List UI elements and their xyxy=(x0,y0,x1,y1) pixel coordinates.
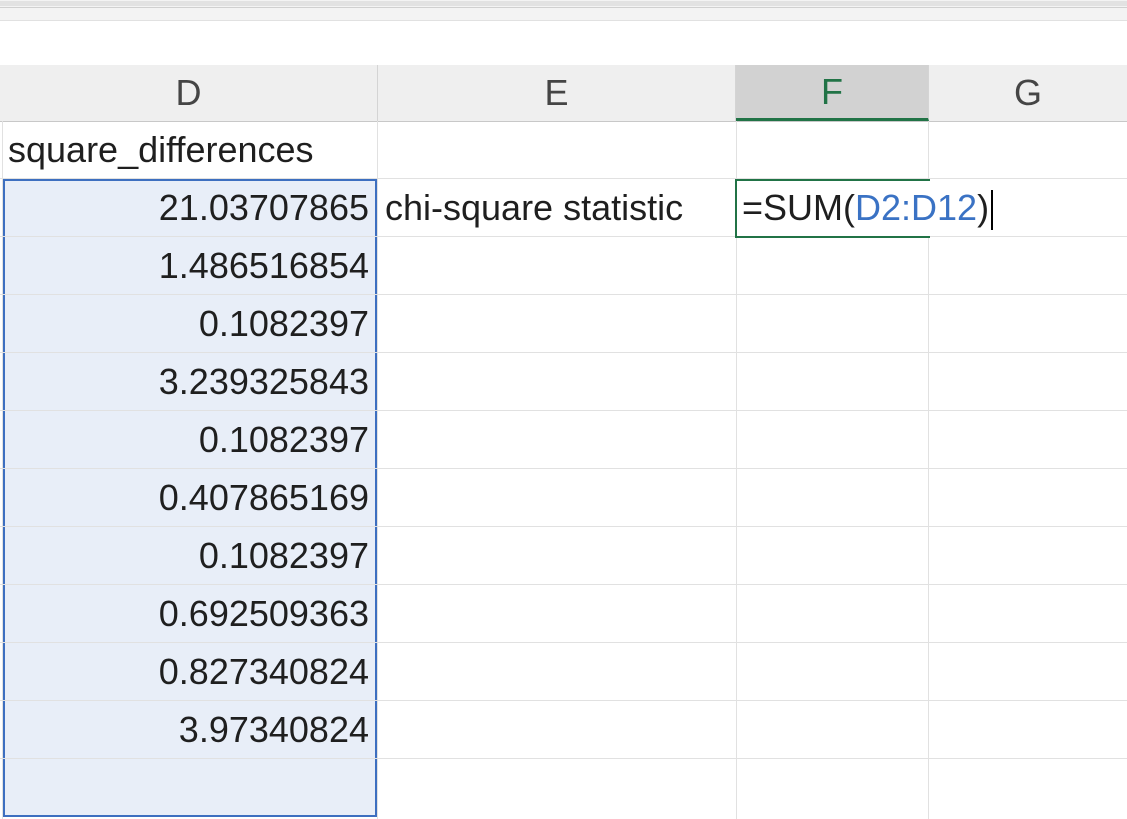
cell-f2-formula-editor[interactable]: =SUM(D2:D12) xyxy=(742,179,994,237)
cell-d8[interactable]: 0.1082397 xyxy=(3,527,377,585)
cell-d11[interactable]: 3.97340824 xyxy=(3,701,377,759)
formula-prefix: =SUM( xyxy=(742,187,856,228)
cell-d10[interactable]: 0.827340824 xyxy=(3,643,377,701)
sheet-top-band xyxy=(0,21,1127,65)
cell-d1[interactable]: square_differences xyxy=(0,121,377,179)
spreadsheet-window: D E F G square_differences 21.03707865 1… xyxy=(0,0,1127,819)
cell-d7[interactable]: 0.407865169 xyxy=(3,469,377,527)
cell-d3[interactable]: 1.486516854 xyxy=(3,237,377,295)
cell-d6[interactable]: 0.1082397 xyxy=(3,411,377,469)
formula-range-reference: D2:D12 xyxy=(855,187,978,228)
text-cursor xyxy=(991,190,994,231)
formula-suffix: ) xyxy=(977,187,990,228)
ribbon-edge xyxy=(0,8,1127,21)
cell-d9[interactable]: 0.692509363 xyxy=(3,585,377,643)
column-header-g[interactable]: G xyxy=(929,65,1127,121)
cell-e2[interactable]: chi-square statistic xyxy=(377,179,736,237)
cell-d4[interactable]: 0.1082397 xyxy=(3,295,377,353)
cell-d5[interactable]: 3.239325843 xyxy=(3,353,377,411)
column-header-e[interactable]: E xyxy=(378,65,736,121)
column-header-row: D E F G xyxy=(0,65,1127,122)
cell-d2[interactable]: 21.03707865 xyxy=(3,179,377,237)
horizontal-scrollbar[interactable] xyxy=(0,0,1127,8)
column-header-d[interactable]: D xyxy=(0,65,378,121)
column-header-f[interactable]: F xyxy=(736,65,929,121)
cell-grid[interactable]: square_differences 21.03707865 1.4865168… xyxy=(0,121,1127,819)
scrollbar-thumb[interactable] xyxy=(0,1,1127,6)
